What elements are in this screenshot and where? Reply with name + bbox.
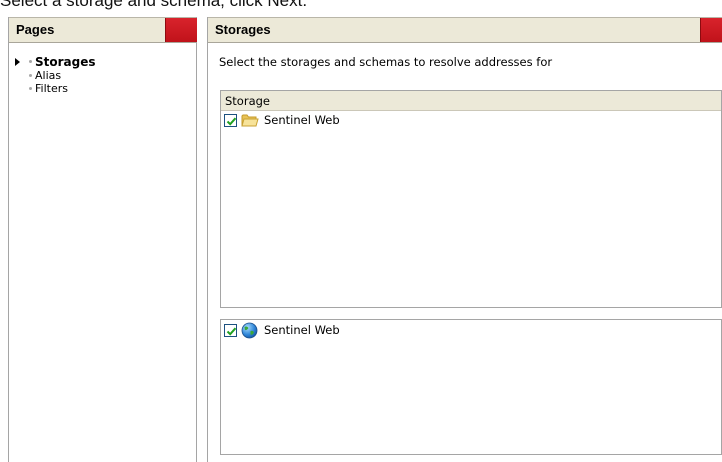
schema-list[interactable]: Sentinel Web	[220, 319, 722, 455]
pages-panel-title: Pages	[16, 22, 55, 37]
globe-icon	[241, 322, 258, 339]
storages-panel-header: Storages	[208, 17, 722, 43]
bullet-icon	[29, 87, 32, 90]
storages-panel-title: Storages	[215, 22, 271, 37]
storages-header-accent	[700, 18, 722, 42]
instruction-text: Select a storage and schema, click Next.	[0, 0, 308, 10]
page-item-label: Alias	[35, 69, 62, 82]
storages-panel: Storages Select the storages and schemas…	[207, 17, 722, 462]
page-item-alias[interactable]: Alias	[15, 69, 96, 82]
storages-description: Select the storages and schemas to resol…	[219, 55, 553, 69]
page-item-storages[interactable]: Storages	[15, 55, 96, 69]
checkbox-checked-icon[interactable]	[224, 324, 237, 337]
pages-header-accent	[165, 18, 197, 42]
page-item-filters[interactable]: Filters	[15, 82, 96, 95]
storage-list[interactable]: Storage Sentinel Web	[220, 90, 722, 308]
checkbox-checked-icon[interactable]	[224, 114, 237, 127]
schema-row-label: Sentinel Web	[264, 323, 340, 337]
current-page-arrow-icon	[15, 58, 20, 66]
pages-list: Storages Alias Filters	[15, 55, 96, 95]
page-item-label: Filters	[35, 82, 68, 95]
pages-panel: Pages Storages Alias Filters	[8, 17, 197, 462]
storage-row-sentinel-web[interactable]: Sentinel Web	[221, 111, 721, 129]
storage-column-header[interactable]: Storage	[221, 91, 721, 111]
folder-icon	[241, 114, 259, 127]
bullet-icon	[29, 60, 32, 63]
storage-row-label: Sentinel Web	[264, 113, 340, 127]
bullet-icon	[29, 74, 32, 77]
page-item-label: Storages	[35, 55, 96, 69]
pages-panel-header: Pages	[9, 17, 197, 43]
schema-row-sentinel-web[interactable]: Sentinel Web	[221, 321, 721, 339]
